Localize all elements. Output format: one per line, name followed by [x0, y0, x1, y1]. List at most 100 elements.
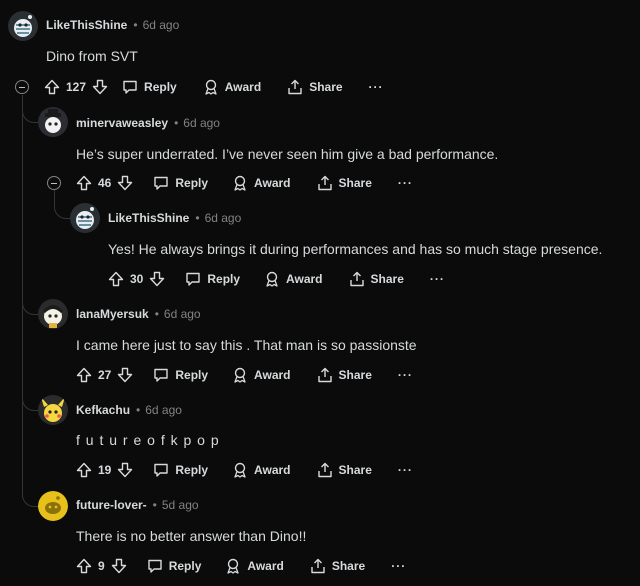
- more-options-button[interactable]: ···: [398, 368, 413, 382]
- vote-count: 27: [98, 368, 112, 382]
- snoo-striped-avatar[interactable]: [70, 203, 100, 233]
- more-options-button[interactable]: ···: [369, 80, 384, 94]
- comment-timestamp[interactable]: 6d ago: [143, 18, 180, 32]
- upvote-button[interactable]: [76, 558, 92, 574]
- downvote-button[interactable]: [117, 462, 133, 478]
- award-icon: [266, 271, 278, 287]
- award-icon: [227, 558, 240, 574]
- award-button[interactable]: Award: [264, 271, 323, 287]
- reply-button[interactable]: Reply: [153, 175, 208, 191]
- reply-label: Reply: [175, 368, 209, 382]
- upvote-button[interactable]: [76, 175, 92, 191]
- reply-button[interactable]: Reply: [122, 79, 177, 95]
- downvote-button[interactable]: [117, 367, 133, 383]
- comment-actions: 30 Reply Award Share ···: [108, 267, 445, 291]
- reply-icon: [186, 272, 201, 286]
- upvote-icon: [76, 367, 92, 383]
- upvote-button[interactable]: [44, 79, 60, 95]
- comment-author[interactable]: LikeThisShine: [46, 18, 127, 32]
- snoo-hat-avatar[interactable]: [38, 107, 68, 137]
- more-options-button[interactable]: ···: [391, 559, 406, 573]
- comment-timestamp[interactable]: 5d ago: [162, 498, 199, 512]
- comment-author[interactable]: LikeThisShine: [108, 211, 189, 225]
- vote-count: 19: [98, 463, 112, 477]
- upvote-button[interactable]: [76, 462, 92, 478]
- comment-body: He’s super underrated. I’ve never seen h…: [76, 146, 499, 162]
- comment-meta: LikeThisShine • 6d ago: [108, 211, 241, 225]
- share-button[interactable]: Share: [349, 271, 404, 287]
- reply-label: Reply: [175, 176, 209, 190]
- reply-button[interactable]: Reply: [147, 558, 202, 574]
- minus-icon: [51, 182, 57, 184]
- upvote-icon: [108, 271, 124, 287]
- comment-timestamp[interactable]: 6d ago: [145, 403, 182, 417]
- comment-author[interactable]: lanaMyersuk: [76, 307, 149, 321]
- comment-author[interactable]: minervaweasley: [76, 116, 168, 130]
- comment-body: Dino from SVT: [46, 48, 138, 64]
- upvote-icon: [76, 462, 92, 478]
- meta-separator: •: [133, 18, 138, 32]
- award-label: Award: [247, 559, 284, 573]
- comment-timestamp[interactable]: 6d ago: [205, 211, 242, 225]
- upvote-button[interactable]: [108, 271, 124, 287]
- more-options-button[interactable]: ···: [398, 463, 413, 477]
- award-label: Award: [254, 463, 291, 477]
- comment-meta: Kefkachu • 6d ago: [76, 403, 182, 417]
- more-options-button[interactable]: ···: [430, 272, 445, 286]
- award-button[interactable]: Award: [225, 558, 284, 574]
- downvote-button[interactable]: [117, 175, 133, 191]
- share-button[interactable]: Share: [317, 462, 372, 478]
- comment-actions: 19 Reply Award Share ···: [76, 458, 413, 482]
- more-options-button[interactable]: ···: [398, 176, 413, 190]
- vote-count: 9: [98, 559, 105, 573]
- comment-body: f u t u r e o f k p o p: [76, 432, 220, 448]
- comment-meta: lanaMyersuk • 6d ago: [76, 307, 201, 321]
- share-icon: [288, 79, 302, 95]
- award-button[interactable]: Award: [232, 175, 291, 191]
- upvote-button[interactable]: [76, 367, 92, 383]
- reply-button[interactable]: Reply: [185, 271, 240, 287]
- downvote-icon: [118, 367, 133, 383]
- reply-label: Reply: [207, 272, 241, 286]
- reply-button[interactable]: Reply: [153, 462, 208, 478]
- downvote-icon: [92, 79, 108, 95]
- snoo-yellow-avatar[interactable]: [38, 299, 68, 329]
- downvote-button[interactable]: [92, 79, 108, 95]
- reply-icon: [154, 368, 169, 382]
- snoo-default-yellow-avatar[interactable]: [38, 491, 68, 521]
- comment-body: There is no better answer than Dino!!: [76, 528, 307, 544]
- thread-elbow: [54, 196, 71, 219]
- share-icon: [349, 271, 364, 287]
- share-button[interactable]: Share: [317, 175, 372, 191]
- reply-icon: [123, 80, 137, 94]
- downvote-icon: [111, 558, 126, 574]
- share-button[interactable]: Share: [287, 79, 343, 95]
- share-button[interactable]: Share: [317, 367, 372, 383]
- snoo-pikachu-avatar[interactable]: [38, 395, 68, 425]
- downvote-button[interactable]: [111, 558, 127, 574]
- collapse-thread-button[interactable]: [47, 176, 61, 190]
- comment-timestamp[interactable]: 6d ago: [164, 307, 201, 321]
- vote-count: 46: [98, 176, 112, 190]
- share-label: Share: [309, 80, 343, 94]
- award-label: Award: [286, 272, 323, 286]
- share-button[interactable]: Share: [310, 558, 365, 574]
- collapse-thread-button[interactable]: [15, 80, 29, 94]
- comment-timestamp[interactable]: 6d ago: [183, 116, 220, 130]
- meta-separator: •: [152, 498, 157, 512]
- downvote-button[interactable]: [149, 271, 165, 287]
- reply-button[interactable]: Reply: [153, 367, 208, 383]
- award-button[interactable]: Award: [203, 79, 261, 95]
- reply-label: Reply: [168, 559, 202, 573]
- upvote-icon: [44, 79, 60, 95]
- award-icon: [205, 79, 217, 95]
- award-icon: [234, 462, 246, 478]
- reply-label: Reply: [144, 80, 177, 94]
- snoo-striped-avatar[interactable]: [8, 11, 38, 41]
- share-icon: [311, 558, 325, 574]
- award-label: Award: [224, 80, 262, 94]
- award-button[interactable]: Award: [232, 367, 291, 383]
- comment-author[interactable]: future-lover-: [76, 498, 147, 512]
- comment-author[interactable]: Kefkachu: [76, 403, 130, 417]
- award-button[interactable]: Award: [232, 462, 291, 478]
